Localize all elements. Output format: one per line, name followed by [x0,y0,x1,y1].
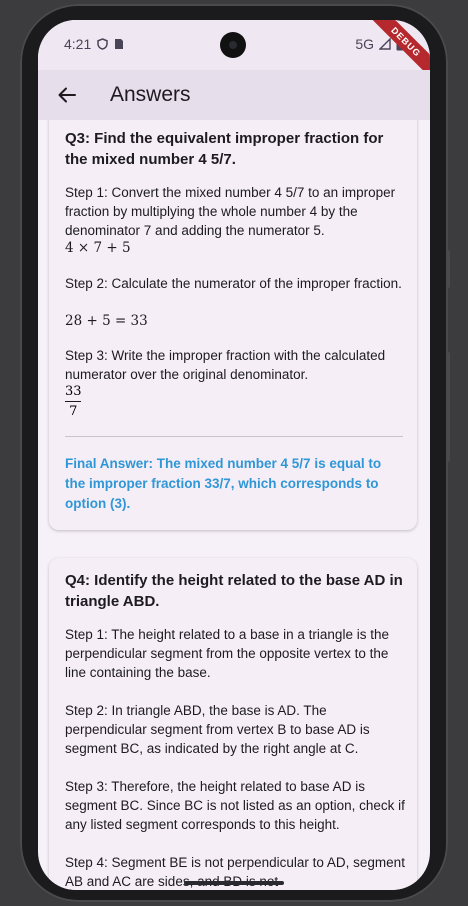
answers-list[interactable]: Q3: Find the equivalent improper fractio… [38,120,430,890]
step-math: 4 × 7 + 5 [65,240,131,256]
step-text: Step 2: In triangle ABD, the base is AD.… [65,703,370,756]
final-answer: Final Answer: The mixed number 4 5/7 is … [65,456,382,511]
step-text: Step 1: The height related to a base in … [65,627,389,680]
answer-card-q3: Q3: Find the equivalent improper fractio… [49,120,417,530]
question-title: Q3: Find the equivalent improper fractio… [65,130,384,168]
question-title: Q4: Identify the height related to the b… [65,572,403,610]
shield-icon [97,38,108,50]
front-camera [220,32,246,58]
status-time: 4:21 [64,36,92,52]
step-text: Step 3: Write the improper fraction with… [65,348,386,382]
volume-button [446,250,450,288]
fraction: 33 7 [65,384,82,419]
fraction-denominator: 7 [69,404,78,419]
back-button[interactable] [54,82,80,108]
signal-icon [379,38,391,50]
divider [65,436,403,437]
fraction-bar [65,401,82,402]
step-math: 28 + 5 = 33 [65,313,148,329]
arrow-back-icon [58,87,76,103]
app-bar: Answers [38,70,430,120]
power-button [446,352,450,462]
answer-card-q4: Q4: Identify the height related to the b… [49,558,417,890]
sim-card-icon [115,39,124,49]
status-bar: 4:21 5G DEBUG [38,20,430,84]
fraction-numerator: 33 [65,384,82,399]
step-text: Step 3: Therefore, the height related to… [65,779,405,832]
screen: 4:21 5G DEBUG Answers Q3: Find the equiv… [38,20,430,890]
home-indicator[interactable] [184,881,284,885]
page-title: Answers [110,83,191,106]
status-time-group: 4:21 [64,36,124,52]
step-text: Step 1: Convert the mixed number 4 5/7 t… [65,185,396,238]
network-type: 5G [355,36,374,52]
step-text: Step 2: Calculate the numerator of the i… [65,276,402,291]
